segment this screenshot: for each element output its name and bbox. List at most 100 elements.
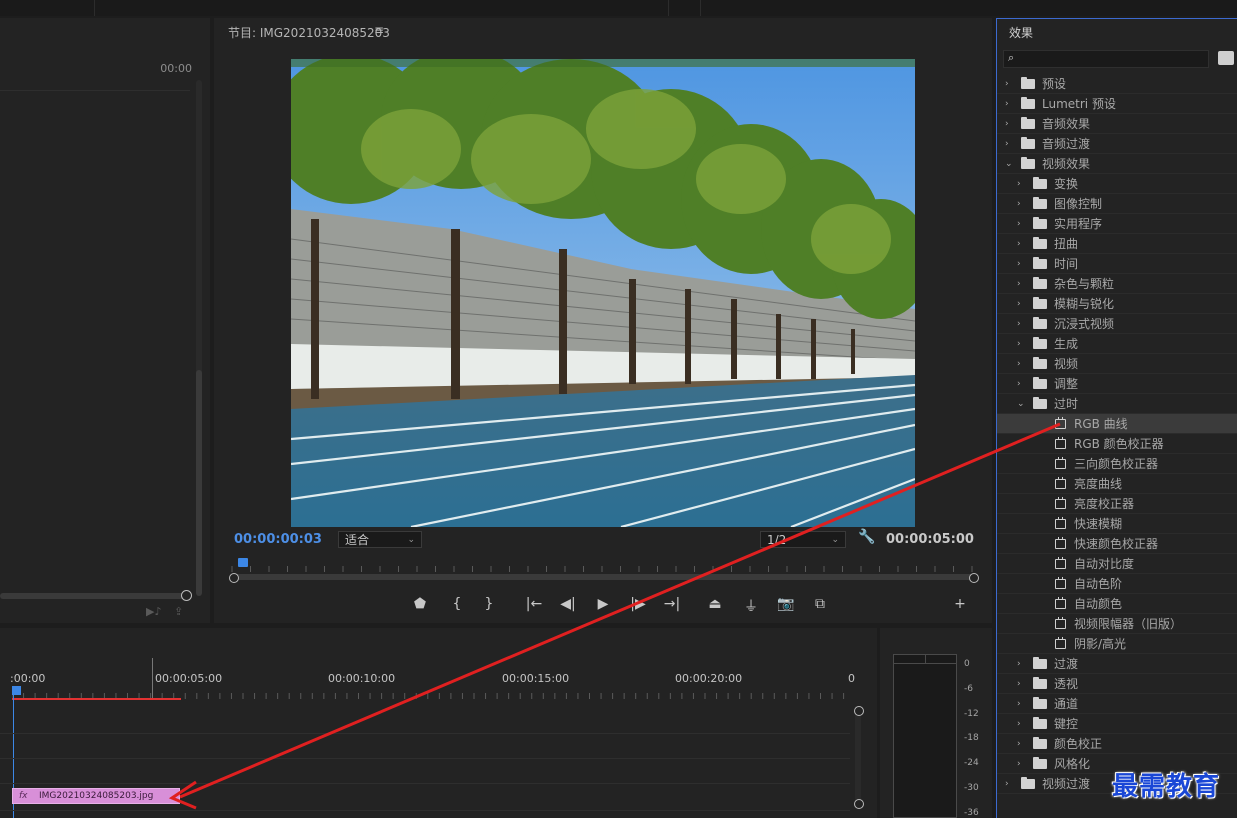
program-in-handle[interactable] <box>229 573 239 583</box>
effect-folder[interactable]: › 实用程序 <box>997 214 1237 234</box>
chevron-down-icon[interactable]: ⌄ <box>1005 154 1013 174</box>
effect-folder[interactable]: ⌄ 视频效果 <box>997 154 1237 174</box>
scroll-handle-top[interactable] <box>854 706 864 716</box>
add-marker-icon[interactable]: ⬟ <box>410 596 430 612</box>
chevron-right-icon[interactable]: › <box>1017 734 1021 754</box>
effect-folder[interactable]: › 杂色与颗粒 <box>997 274 1237 294</box>
effect-folder[interactable]: › 扭曲 <box>997 234 1237 254</box>
step-forward-icon[interactable]: |▶ <box>628 596 648 612</box>
source-scrub-handle[interactable] <box>181 590 192 601</box>
effect-folder[interactable]: › 预设 <box>997 74 1237 94</box>
video-clip[interactable]: fx IMG20210324085203.jpg <box>12 788 180 804</box>
effect-folder[interactable]: › 通道 <box>997 694 1237 714</box>
button-editor-plus-icon[interactable]: + <box>950 596 970 612</box>
chevron-right-icon[interactable]: › <box>1017 214 1021 234</box>
source-scrub-bar[interactable] <box>0 593 188 599</box>
new-custom-bin-icon[interactable] <box>1218 51 1234 65</box>
effect-item[interactable]: 阴影/高光 <box>997 634 1237 654</box>
resolution-dropdown[interactable]: 1/2 ⌄ <box>760 531 846 548</box>
effects-panel-title[interactable]: 效果 <box>1009 24 1033 41</box>
chevron-right-icon[interactable]: › <box>1017 654 1021 674</box>
effect-folder[interactable]: › Lumetri 预设 <box>997 94 1237 114</box>
effect-item[interactable]: RGB 曲线 <box>997 414 1237 434</box>
chevron-right-icon[interactable]: › <box>1005 134 1009 154</box>
effect-folder[interactable]: › 沉浸式视频 <box>997 314 1237 334</box>
wrench-icon[interactable]: 🔧 <box>858 529 875 545</box>
chevron-right-icon[interactable]: › <box>1017 754 1021 774</box>
source-scrollbar-thumb[interactable] <box>196 370 202 596</box>
effect-item[interactable]: 自动色阶 <box>997 574 1237 594</box>
mark-in-icon[interactable]: { <box>447 596 467 612</box>
chevron-right-icon[interactable]: › <box>1017 314 1021 334</box>
effect-folder[interactable]: › 透视 <box>997 674 1237 694</box>
chevron-down-icon[interactable]: ⌄ <box>1017 394 1025 414</box>
export-icon[interactable]: ⇪ <box>174 605 183 618</box>
timeline-playhead[interactable] <box>12 686 21 695</box>
chevron-right-icon[interactable]: › <box>1005 94 1009 114</box>
effect-item[interactable]: 三向颜色校正器 <box>997 454 1237 474</box>
chevron-right-icon[interactable]: › <box>1005 114 1009 134</box>
effect-item[interactable]: 快速颜色校正器 <box>997 534 1237 554</box>
effect-folder[interactable]: › 音频过渡 <box>997 134 1237 154</box>
chevron-right-icon[interactable]: › <box>1017 714 1021 734</box>
effect-folder[interactable]: › 视频 <box>997 354 1237 374</box>
effect-folder[interactable]: › 音频效果 <box>997 114 1237 134</box>
effects-search-input[interactable]: ⌕ <box>1003 50 1209 68</box>
chevron-right-icon[interactable]: › <box>1017 174 1021 194</box>
effect-folder[interactable]: › 时间 <box>997 254 1237 274</box>
effect-item[interactable]: 亮度校正器 <box>997 494 1237 514</box>
program-time-ruler[interactable] <box>228 560 976 574</box>
tree-item-label: 杂色与颗粒 <box>1054 277 1115 291</box>
timeline-vertical-scrollbar[interactable] <box>855 706 861 802</box>
chevron-right-icon[interactable]: › <box>1017 334 1021 354</box>
go-to-in-icon[interactable]: |← <box>524 596 544 612</box>
chevron-right-icon[interactable]: › <box>1005 774 1009 794</box>
program-scrub-bar[interactable] <box>234 574 974 580</box>
effect-folder[interactable]: › 键控 <box>997 714 1237 734</box>
step-back-icon[interactable]: ◀| <box>558 596 578 612</box>
go-to-out-icon[interactable]: →| <box>662 596 682 612</box>
chevron-right-icon[interactable]: › <box>1017 694 1021 714</box>
lift-icon[interactable]: ⏏ <box>705 596 725 612</box>
effect-folder[interactable]: › 颜色校正 <box>997 734 1237 754</box>
compare-view-icon[interactable]: ⧉ <box>810 596 830 612</box>
effect-folder[interactable]: › 图像控制 <box>997 194 1237 214</box>
effect-folder[interactable]: › 生成 <box>997 334 1237 354</box>
effect-item[interactable]: RGB 颜色校正器 <box>997 434 1237 454</box>
program-out-handle[interactable] <box>969 573 979 583</box>
chevron-right-icon[interactable]: › <box>1017 374 1021 394</box>
effect-item[interactable]: 视频限幅器（旧版） <box>997 614 1237 634</box>
chevron-right-icon[interactable]: › <box>1017 194 1021 214</box>
effect-folder[interactable]: › 变换 <box>997 174 1237 194</box>
chevron-right-icon[interactable]: › <box>1017 354 1021 374</box>
work-area-bar[interactable] <box>12 698 181 700</box>
chevron-right-icon[interactable]: › <box>1017 674 1021 694</box>
play-icon[interactable]: ▶ <box>593 596 613 612</box>
scroll-handle-bottom[interactable] <box>854 799 864 809</box>
effect-item[interactable]: 自动对比度 <box>997 554 1237 574</box>
folder-icon <box>1033 297 1047 309</box>
effect-item[interactable]: 快速模糊 <box>997 514 1237 534</box>
chevron-right-icon[interactable]: › <box>1017 274 1021 294</box>
extract-icon[interactable]: ⏚ <box>741 596 761 616</box>
current-timecode[interactable]: 00:00:00:03 <box>234 532 322 547</box>
effect-item[interactable]: 自动颜色 <box>997 594 1237 614</box>
chevron-right-icon[interactable]: › <box>1017 234 1021 254</box>
export-frame-icon[interactable]: 📷 <box>776 596 796 612</box>
folder-icon <box>1033 397 1047 409</box>
insert-audio-icon[interactable]: ▶♪ <box>146 605 161 618</box>
fit-dropdown[interactable]: 适合 ⌄ <box>338 531 422 548</box>
effect-folder[interactable]: › 调整 <box>997 374 1237 394</box>
program-playhead[interactable] <box>238 558 248 567</box>
chevron-right-icon[interactable]: › <box>1005 74 1009 94</box>
program-monitor-title[interactable]: 节目: IMG20210324085203 <box>228 24 390 41</box>
chevron-right-icon[interactable]: › <box>1017 254 1021 274</box>
mark-out-icon[interactable]: } <box>479 596 499 612</box>
effect-folder[interactable]: › 模糊与锐化 <box>997 294 1237 314</box>
effect-item[interactable]: 亮度曲线 <box>997 474 1237 494</box>
panel-menu-icon[interactable]: ≡ <box>374 23 384 37</box>
tree-item-label: 沉浸式视频 <box>1054 317 1115 331</box>
effect-folder[interactable]: ⌄ 过时 <box>997 394 1237 414</box>
effect-folder[interactable]: › 过渡 <box>997 654 1237 674</box>
chevron-right-icon[interactable]: › <box>1017 294 1021 314</box>
